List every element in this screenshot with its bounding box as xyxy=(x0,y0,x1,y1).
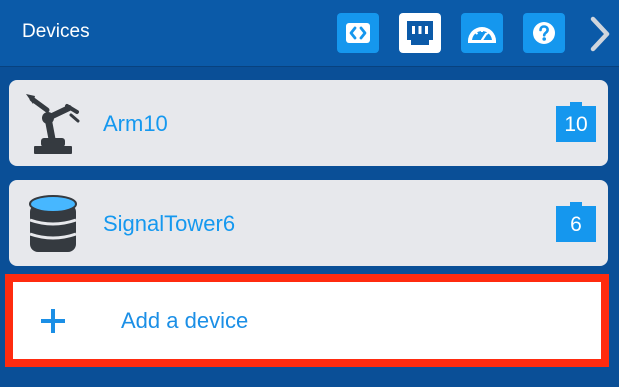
speedometer-icon xyxy=(468,27,496,43)
plus-icon xyxy=(41,309,65,333)
badge-count: 6 xyxy=(570,213,582,236)
header-bar: Devices xyxy=(0,0,619,67)
question-icon xyxy=(533,22,555,44)
ethernet-port-icon xyxy=(407,21,433,45)
device-name: SignalTower6 xyxy=(103,211,236,236)
device-count-badge: 10 xyxy=(556,102,596,142)
chevron-right-icon[interactable] xyxy=(587,14,615,54)
help-button[interactable] xyxy=(523,13,565,53)
page-title: Devices xyxy=(22,21,90,42)
signal-tower-icon xyxy=(29,195,77,252)
devices-panel: Devices Arm10 10 SignalTower6 6 Add a de… xyxy=(0,0,619,387)
device-name: Arm10 xyxy=(103,111,168,136)
badge-count: 10 xyxy=(564,113,588,136)
add-device-label: Add a device xyxy=(121,308,249,333)
code-view-button[interactable] xyxy=(337,13,379,53)
device-count-badge: 6 xyxy=(556,202,596,242)
device-card-arm10[interactable]: Arm10 10 xyxy=(9,80,608,166)
network-port-button[interactable] xyxy=(399,13,441,53)
robot-arm-icon xyxy=(26,94,80,154)
device-card-signaltower6[interactable]: SignalTower6 6 xyxy=(9,180,608,266)
dashboard-button[interactable] xyxy=(461,13,503,53)
code-icon xyxy=(346,23,370,43)
add-device-button[interactable]: Add a device xyxy=(5,274,609,367)
